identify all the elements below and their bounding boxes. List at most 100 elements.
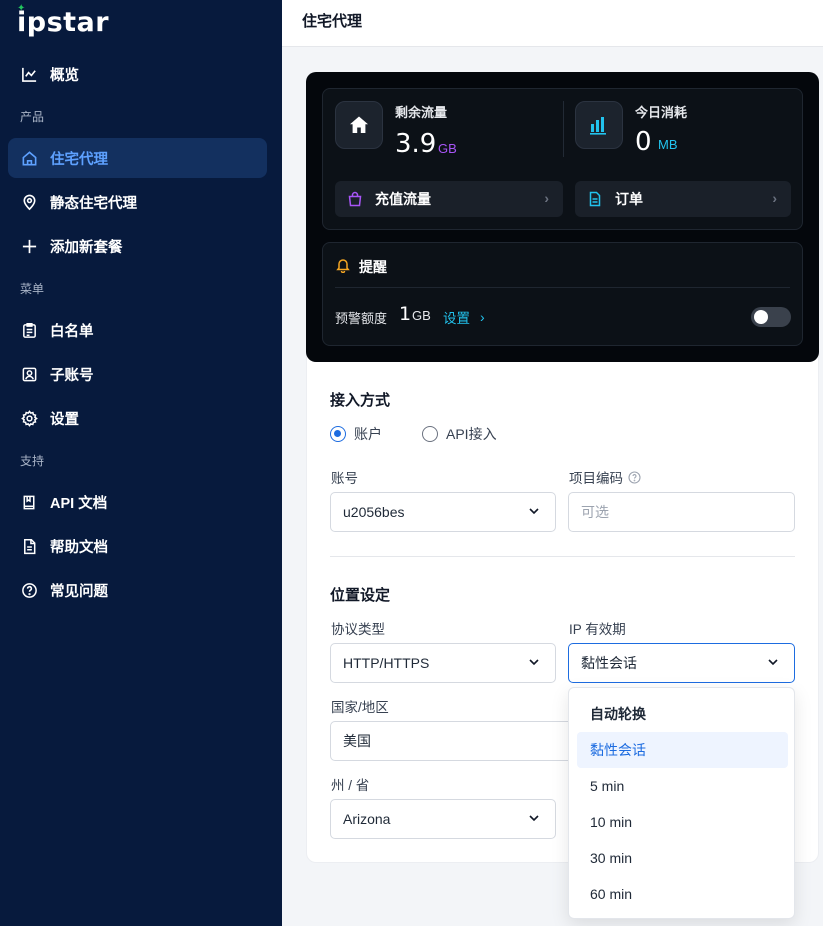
reminder-box: 提醒 预警额度 1 GB 设置 › [322,242,803,346]
sidebar-item-sub-account[interactable]: 子账号 [8,354,267,394]
access-method-title: 接入方式 [330,392,391,409]
account-label: 账号 [331,471,358,486]
sidebar-item-label: 添加新套餐 [50,239,123,256]
sidebar: ✦ ipstar 概览 产品 住宅代理 静态住宅代理 添加新套餐 菜单 白名单 [0,0,282,926]
recharge-traffic-label: 充值流量 [375,191,431,207]
chevron-right-icon: › [544,190,549,206]
chevron-down-icon [529,659,539,666]
sidebar-section-support: 支持 [20,454,45,468]
alert-toggle[interactable] [751,307,791,327]
orders-button[interactable]: 订单 › [575,181,791,217]
sidebar-item-whitelist[interactable]: 白名单 [8,310,267,350]
location-pin-icon [20,193,38,211]
stats-panel: 剩余流量 3.9 GB 今日消耗 0 MB 充值流量 › 订单 › 提醒 预警额… [306,72,819,362]
dropdown-option[interactable]: 自动轮换 [577,696,788,732]
reminder-divider [335,287,790,288]
today-consumption-value: 0 [635,127,652,157]
radio-dot [422,426,438,442]
form-divider [330,556,795,557]
sidebar-item-label: 白名单 [50,323,94,340]
home-icon [335,101,383,149]
bell-icon [335,257,351,278]
plus-icon [20,237,38,255]
radio-account-label: 账户 [354,426,382,442]
ip-validity-select[interactable]: 黏性会话 [568,643,795,683]
remaining-traffic-unit: GB [438,141,457,156]
toggle-knob [754,310,768,324]
alert-quota-value: 1 [399,303,412,325]
book-icon [20,493,38,511]
user-square-icon [20,365,38,383]
top-bar: 住宅代理 [282,0,823,47]
chart-line-icon [20,65,38,83]
chevron-down-icon [529,815,539,822]
dropdown-option[interactable]: 60 min [577,876,788,912]
reminder-title: 提醒 [359,259,387,275]
radio-api[interactable]: API接入 [422,424,497,444]
sidebar-item-overview[interactable]: 概览 [8,54,267,94]
project-code-label-wrap: 项目编码 [569,467,641,487]
document-icon [587,191,603,207]
sidebar-section-menu: 菜单 [20,282,45,296]
ip-validity-label: IP 有效期 [569,622,626,637]
recharge-traffic-button[interactable]: 充值流量 › [335,181,563,217]
dropdown-option[interactable]: 5 min [577,768,788,804]
clipboard-list-icon [20,321,38,339]
remaining-traffic-label: 剩余流量 [395,105,448,120]
sidebar-item-label: 住宅代理 [50,151,108,168]
sidebar-item-label: 帮助文档 [50,539,108,556]
app-logo[interactable]: ipstar [17,7,109,38]
home-icon [20,149,38,167]
orders-label: 订单 [615,191,643,207]
remaining-traffic-value: 3.9 [395,129,437,159]
sidebar-item-help-docs[interactable]: 帮助文档 [8,526,267,566]
sidebar-item-settings[interactable]: 设置 [8,398,267,438]
sidebar-item-residential-proxy[interactable]: 住宅代理 [8,138,267,178]
ip-validity-select-value: 黏性会话 [581,655,637,671]
radio-dot [330,426,346,442]
sidebar-item-label: 子账号 [50,367,94,384]
stats-divider [563,101,564,157]
state-select[interactable]: Arizona [330,799,556,839]
chevron-down-icon [529,508,539,515]
location-settings-title: 位置设定 [330,587,391,604]
sidebar-item-label: 静态住宅代理 [50,195,137,212]
stats-box: 剩余流量 3.9 GB 今日消耗 0 MB 充值流量 › 订单 › [322,88,803,230]
help-circle-icon[interactable] [628,470,641,484]
alert-quota-label: 预警额度 [335,311,388,326]
chevron-down-icon [768,659,778,666]
alert-settings-link[interactable]: 设置 › [443,307,485,327]
chevron-right-icon: › [772,190,777,206]
sidebar-item-label: 设置 [50,411,79,428]
dropdown-option-selected[interactable]: 黏性会话 [577,732,788,768]
sidebar-item-add-package[interactable]: 添加新套餐 [8,226,267,266]
bar-chart-icon [575,101,623,149]
sidebar-item-label: 常见问题 [50,583,108,600]
project-code-placeholder: 可选 [581,504,609,520]
today-consumption-label: 今日消耗 [635,105,688,120]
account-select[interactable]: u2056bes [330,492,556,532]
country-select[interactable]: 美国 [330,721,590,761]
sidebar-item-faq[interactable]: 常见问题 [8,570,267,610]
state-label: 州 / 省 [331,778,370,793]
alert-settings-label: 设置 [443,311,470,326]
document-icon [20,537,38,555]
gear-icon [20,409,38,427]
shopping-bag-icon [347,191,363,207]
sidebar-item-api-docs[interactable]: API 文档 [8,482,267,522]
project-code-input[interactable]: 可选 [568,492,795,532]
chevron-right-icon: › [480,309,485,325]
dropdown-option[interactable]: 30 min [577,840,788,876]
sidebar-section-product: 产品 [20,110,45,124]
sidebar-item-static-residential-proxy[interactable]: 静态住宅代理 [8,182,267,222]
alert-quota-unit: GB [412,308,431,323]
ip-validity-dropdown: 自动轮换 黏性会话 5 min 10 min 30 min 60 min [568,687,795,919]
country-label: 国家/地区 [331,700,389,715]
protocol-select[interactable]: HTTP/HTTPS [330,643,556,683]
dropdown-option[interactable]: 10 min [577,804,788,840]
state-select-value: Arizona [343,811,391,827]
sidebar-item-label: 概览 [50,67,79,84]
radio-account[interactable]: 账户 [330,424,382,444]
protocol-select-value: HTTP/HTTPS [343,655,430,671]
account-select-value: u2056bes [343,504,405,520]
